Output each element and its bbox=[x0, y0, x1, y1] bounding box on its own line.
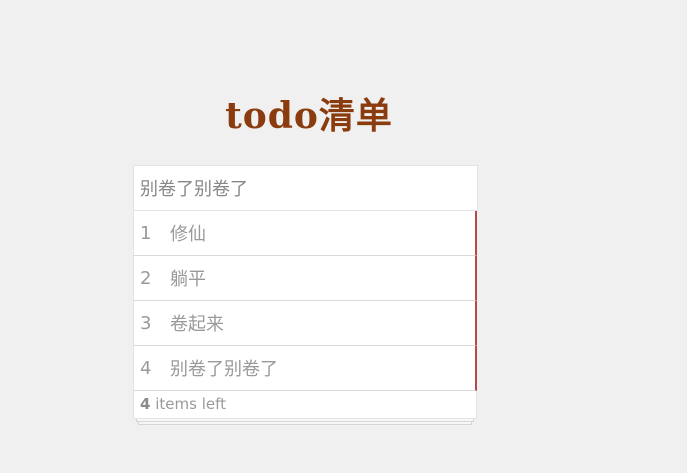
todo-footer: 4 items left bbox=[133, 391, 477, 425]
todo-number: 3 bbox=[140, 312, 152, 334]
title-cn: 清单 bbox=[318, 95, 393, 138]
todo-text: 躺平 bbox=[170, 269, 206, 290]
todo-text: 别卷了别卷了 bbox=[170, 359, 278, 380]
todo-number: 1 bbox=[140, 222, 152, 244]
todo-item[interactable]: 4 别卷了别卷了 bbox=[133, 346, 477, 391]
stack-edge bbox=[138, 422, 472, 425]
items-left-count: 4 bbox=[140, 395, 151, 413]
todo-list: 1 修仙 2 躺平 3 卷起来 4 别卷了别卷了 bbox=[133, 211, 477, 391]
items-left-label: items left bbox=[155, 395, 226, 413]
page-title: todo清单 bbox=[0, 92, 618, 140]
todo-text: 卷起来 bbox=[170, 314, 224, 335]
todo-number: 2 bbox=[140, 267, 152, 289]
todo-item[interactable]: 1 修仙 bbox=[133, 211, 477, 256]
todo-item[interactable]: 2 躺平 bbox=[133, 256, 477, 301]
todo-text: 修仙 bbox=[170, 224, 206, 245]
new-todo-input[interactable] bbox=[133, 165, 478, 211]
todo-app: 1 修仙 2 躺平 3 卷起来 4 别卷了别卷了 4 items left bbox=[133, 165, 478, 425]
title-latin: todo bbox=[225, 95, 319, 138]
todo-number: 4 bbox=[140, 357, 152, 379]
todo-item[interactable]: 3 卷起来 bbox=[133, 301, 477, 346]
